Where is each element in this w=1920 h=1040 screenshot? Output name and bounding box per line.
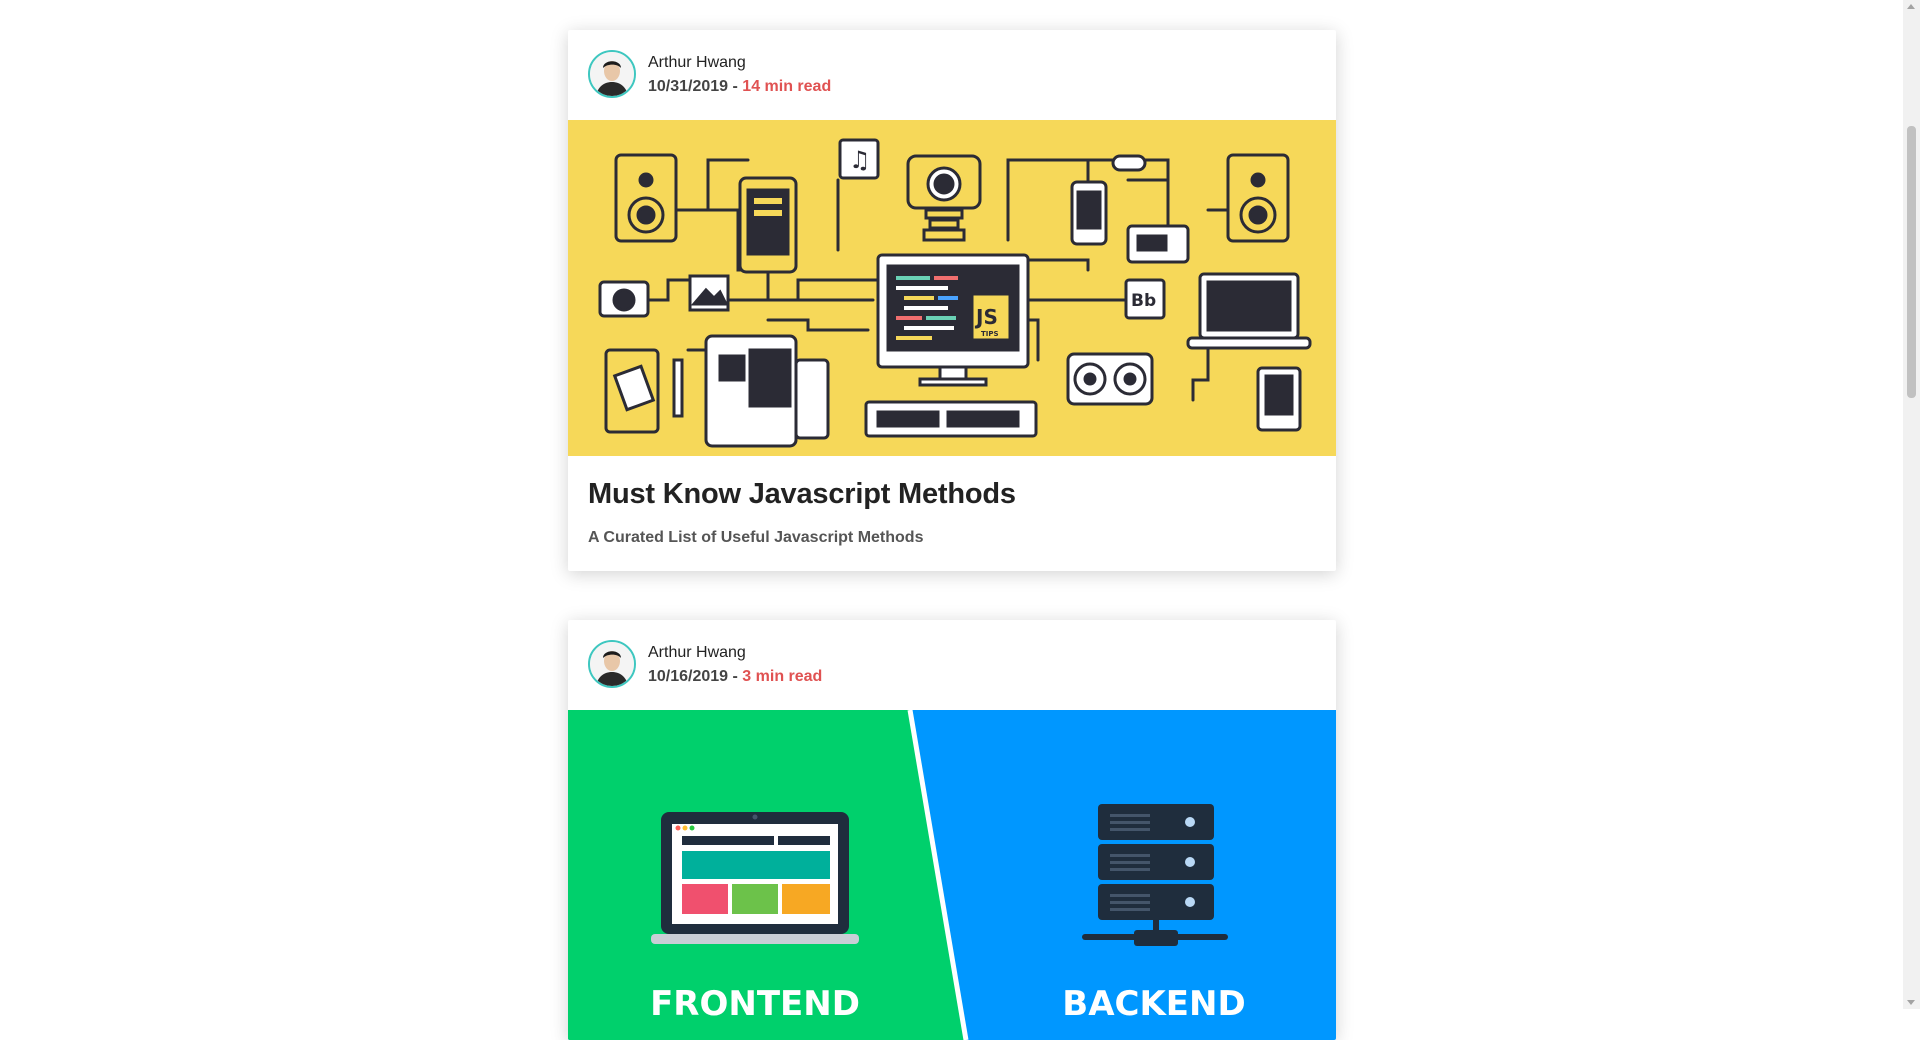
post-card[interactable]: Arthur Hwang 10/31/2019 - 14 min read ♫ … xyxy=(568,30,1336,571)
post-hero-image[interactable]: ♫ JS TIPS Bb xyxy=(568,120,1336,456)
monitor-tips-label: TIPS xyxy=(981,330,999,338)
post-card[interactable]: Arthur Hwang 10/16/2019 - 3 min read FRO… xyxy=(568,620,1336,1040)
post-header: Arthur Hwang 10/16/2019 - 3 min read xyxy=(568,620,1336,710)
scrollbar-thumb[interactable] xyxy=(1907,126,1916,398)
person-icon xyxy=(590,52,634,96)
javascript-devices-illustration: ♫ JS TIPS Bb xyxy=(598,138,1312,448)
author-name[interactable]: Arthur Hwang xyxy=(648,54,746,72)
speaker-right xyxy=(1226,153,1290,243)
post-date: 10/31/2019 xyxy=(648,78,729,95)
author-avatar[interactable] xyxy=(588,640,636,688)
post-date: 10/16/2019 xyxy=(648,668,729,685)
frontend-label: FRONTEND xyxy=(650,984,860,1024)
svg-text:♫: ♫ xyxy=(849,146,871,174)
post-meta: 10/31/2019 - 14 min read xyxy=(648,78,831,96)
page-scrollbar[interactable] xyxy=(1903,0,1920,1009)
post-header: Arthur Hwang 10/31/2019 - 14 min read xyxy=(568,30,1336,120)
speaker-left xyxy=(614,153,678,243)
post-hero-image[interactable]: FRONTEND BACKEND xyxy=(568,710,1336,1040)
backend-label: BACKEND xyxy=(1062,984,1245,1024)
author-name[interactable]: Arthur Hwang xyxy=(648,644,746,662)
read-time: 14 min read xyxy=(742,78,832,95)
post-meta: 10/16/2019 - 3 min read xyxy=(648,668,822,686)
read-time: 3 min read xyxy=(742,668,823,685)
post-subtitle: A Curated List of Useful Javascript Meth… xyxy=(588,529,924,546)
monitor-js-label: JS xyxy=(974,305,998,329)
meta-separator: - xyxy=(728,78,743,95)
person-icon xyxy=(590,642,634,686)
post-body: Must Know Javascript Methods A Curated L… xyxy=(568,456,1336,569)
author-avatar[interactable] xyxy=(588,50,636,98)
post-title[interactable]: Must Know Javascript Methods xyxy=(588,478,1316,511)
scroll-down-icon[interactable] xyxy=(1907,1000,1915,1005)
meta-separator: - xyxy=(728,668,743,685)
code-monitor: JS TIPS xyxy=(876,253,1030,387)
frontend-backend-illustration: FRONTEND BACKEND xyxy=(568,710,1336,1040)
scroll-up-icon[interactable] xyxy=(1907,4,1915,9)
bb-badge-label: Bb xyxy=(1131,291,1156,311)
laptop-icon xyxy=(651,812,859,944)
